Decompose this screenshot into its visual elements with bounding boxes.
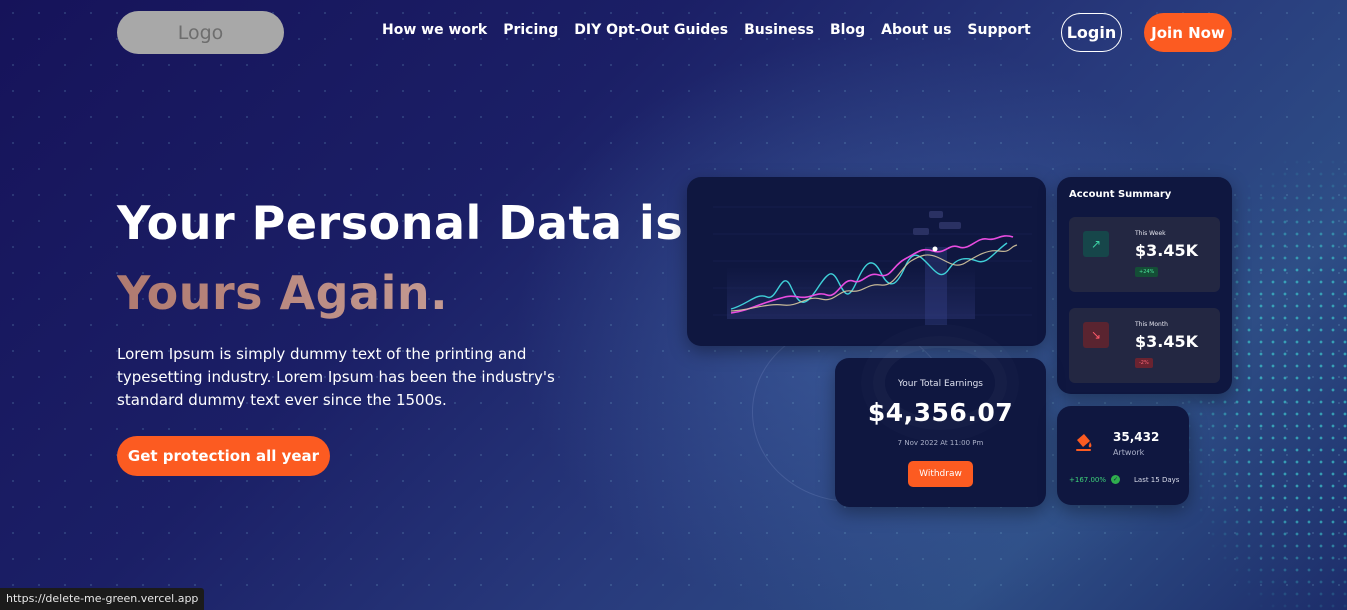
earnings-value: $4,356.07 xyxy=(867,398,1014,427)
artwork-growth: +167.00% xyxy=(1069,476,1107,484)
nav-business[interactable]: Business xyxy=(744,22,814,38)
chart-peak-marker xyxy=(932,246,938,252)
this-month-amount: $3.45K xyxy=(1135,332,1199,351)
arrow-down-right-icon: ↘ xyxy=(1083,322,1109,348)
artwork-stats-card: 35,432 Artwork +167.00% ✓ Last 15 Days xyxy=(1057,406,1189,505)
artwork-label: Artwork xyxy=(1113,448,1145,457)
artwork-period: Last 15 Days xyxy=(1134,476,1180,484)
nav-about-us[interactable]: About us xyxy=(881,22,951,38)
nav-how-we-work[interactable]: How we work xyxy=(382,22,487,38)
total-earnings-card: Your Total Earnings $4,356.07 7 Nov 2022… xyxy=(835,358,1046,507)
check-circle-icon: ✓ xyxy=(1111,475,1120,484)
withdraw-button[interactable]: Withdraw xyxy=(908,461,973,487)
nav-pricing[interactable]: Pricing xyxy=(503,22,558,38)
get-protection-button[interactable]: Get protection all year xyxy=(117,436,330,476)
account-summary-card: Account Summary ↗ This Week $3.45K +24% … xyxy=(1057,177,1232,394)
status-bar-url: https://delete-me-green.vercel.app xyxy=(0,588,205,610)
nav-blog[interactable]: Blog xyxy=(830,22,865,38)
logo[interactable]: Logo xyxy=(117,11,284,54)
this-month-box: ↘ This Month $3.45K -2% xyxy=(1069,308,1220,383)
hero-title-highlight: Yours Again. xyxy=(117,266,449,320)
hero-description: Lorem Ipsum is simply dummy text of the … xyxy=(117,345,555,409)
artwork-count: 35,432 xyxy=(1113,430,1160,444)
chart-highlight-column xyxy=(925,247,947,325)
this-month-label: This Month xyxy=(1135,321,1168,328)
this-week-label: This Week xyxy=(1135,230,1166,237)
nav-support[interactable]: Support xyxy=(967,22,1030,38)
analytics-chart-card xyxy=(687,177,1046,346)
nav-diy-opt-out-guides[interactable]: DIY Opt-Out Guides xyxy=(574,22,728,38)
this-week-box: ↗ This Week $3.45K +24% xyxy=(1069,217,1220,292)
earnings-title: Your Total Earnings xyxy=(897,379,983,389)
this-week-amount: $3.45K xyxy=(1135,241,1199,260)
chart-tooltips xyxy=(913,211,961,235)
hero-title: Your Personal Data is xyxy=(117,196,684,250)
this-month-change-badge: -2% xyxy=(1135,358,1153,368)
join-now-button[interactable]: Join Now xyxy=(1144,13,1232,52)
arrow-up-right-icon: ↗ xyxy=(1083,231,1109,257)
earnings-date: 7 Nov 2022 At 11:00 Pm xyxy=(897,439,984,447)
main-nav: How we work Pricing DIY Opt-Out Guides B… xyxy=(382,22,1031,38)
paint-bucket-icon xyxy=(1076,434,1092,451)
login-button[interactable]: Login xyxy=(1061,13,1122,52)
this-week-change-badge: +24% xyxy=(1135,267,1159,277)
account-summary-title: Account Summary xyxy=(1069,189,1172,200)
analytics-line-chart xyxy=(713,206,1032,325)
